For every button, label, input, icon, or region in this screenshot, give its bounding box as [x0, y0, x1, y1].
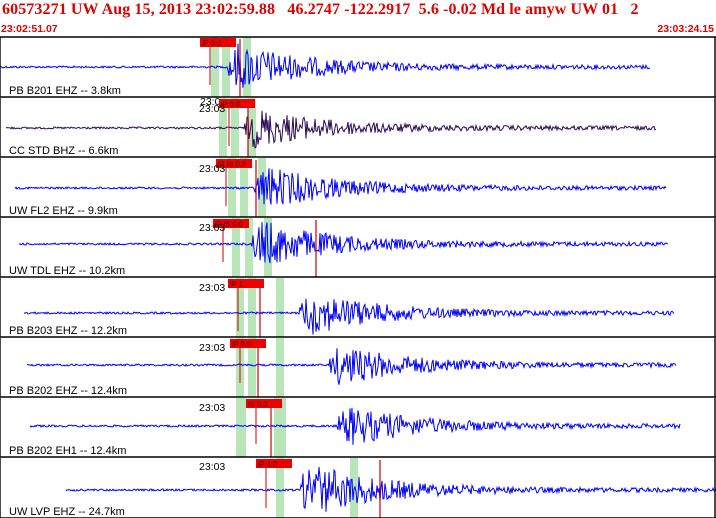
- panel-time-label: 23:03: [199, 282, 225, 294]
- waveform-trace: [14, 168, 667, 205]
- panel-time-label: 23:03: [199, 402, 225, 414]
- time-window-band: [243, 37, 251, 97]
- station-panel: iP 4.0 23:03 UW LVP EHZ -- 24.7km: [0, 458, 716, 518]
- station-label: PB B201 EHZ -- 3.8km: [9, 85, 121, 97]
- station-label: PB B202 EHZ -- 12.4km: [9, 385, 127, 397]
- station-panel: iS 0.0 23:03 PB B202 EH1 -- 12.4km: [0, 398, 716, 458]
- phase-pick-label: iP 0.0: [202, 39, 221, 48]
- window-end-time: 23:03:24.15: [657, 23, 714, 35]
- waveform-trace: [0, 43, 651, 88]
- seismogram-panel-stack: iP 0.023:03PB B201 EHZ -- 3.8kmiP 0.023:…: [0, 36, 716, 518]
- station-label: PB B202 EH1 -- 12.4km: [9, 445, 126, 457]
- station-panel: iP iS 0.023:03UW TDL EHZ -- 10.2km: [0, 218, 716, 278]
- station-panel: iP iS 0.023:03UW FL2 EHZ -- 9.9km: [0, 158, 716, 218]
- waveform-trace: [29, 407, 681, 445]
- station-panel: iP 1 23:03 PB B203 EHZ -- 12.2km: [0, 278, 716, 338]
- station-label: PB B203 EHZ -- 12.2km: [9, 325, 127, 337]
- panel-time-label: 23:03: [199, 163, 225, 175]
- station-label: CC STD BHZ -- 6.6km: [9, 145, 118, 157]
- waveform-trace: [65, 467, 716, 512]
- panel-time-label: 23:03: [199, 342, 225, 354]
- phase-pick-label: iP 0.0: [232, 340, 251, 349]
- time-window-band: [276, 278, 284, 337]
- event-header: 60573271 UW Aug 15, 2013 23:02:59.88 46.…: [0, 0, 716, 36]
- station-label: UW TDL EHZ -- 10.2km: [9, 265, 125, 277]
- panel-time-label: 23:03: [199, 222, 225, 234]
- station-panel: iP 0.0 23:03 PB B202 EHZ -- 12.4km: [0, 338, 716, 398]
- phase-pick-label: iS 0.0: [248, 400, 267, 409]
- panel-time-label: 23:03: [199, 461, 225, 473]
- panel-time-label: 23:03: [199, 103, 225, 115]
- station-label: UW FL2 EHZ -- 9.9km: [9, 205, 118, 217]
- time-window-band: [236, 398, 246, 457]
- window-start-time: 23:02:51.07: [1, 23, 58, 35]
- station-panel: iP 0.023:03CC STD BHZ -- 6.6km: [0, 98, 716, 158]
- station-label: UW LVP EHZ -- 24.7km: [9, 506, 125, 518]
- phase-pick-label: iP 4.0: [258, 460, 277, 469]
- time-window-band: [276, 338, 284, 397]
- waveform-trace: [26, 348, 677, 385]
- station-panel: iP 0.023:03PB B201 EHZ -- 3.8km: [0, 37, 716, 108]
- waveform-trace: [5, 110, 657, 149]
- event-summary-title: 60573271 UW Aug 15, 2013 23:02:59.88 46.…: [2, 1, 639, 18]
- waveform-trace: [18, 222, 669, 264]
- phase-pick-label: iP 1: [230, 280, 243, 289]
